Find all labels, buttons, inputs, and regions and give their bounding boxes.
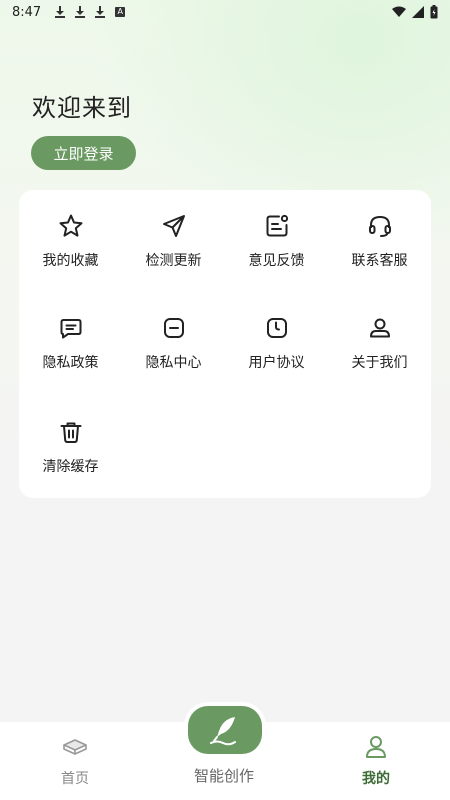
menu-item-label: 隐私政策	[42, 355, 99, 371]
status-time: 8:47	[12, 4, 42, 20]
trash-icon	[60, 422, 81, 443]
wifi-icon	[392, 6, 406, 17]
book-icon	[63, 739, 87, 755]
menu-item-clear-cache[interactable]: 清除缓存	[19, 396, 122, 486]
menu-item-user-agreement[interactable]: 用户协议	[225, 292, 328, 382]
menu-item-label: 清除缓存	[42, 459, 99, 475]
signal-icon	[412, 6, 424, 18]
notification-icons: A	[55, 6, 126, 18]
smart-create-label: 智能创作	[193, 767, 254, 785]
headset-icon	[368, 215, 391, 237]
menu-item-privacy-policy[interactable]: 隐私政策	[19, 292, 122, 382]
download-icon	[95, 6, 106, 18]
feedback-icon	[266, 214, 288, 237]
battery-icon	[430, 5, 438, 19]
app-badge-icon: A	[115, 7, 126, 17]
menu-item-label: 关于我们	[351, 355, 408, 371]
system-icons	[392, 5, 438, 19]
menu-item-about-us[interactable]: 关于我们	[328, 292, 431, 382]
menu-item-label: 用户协议	[248, 355, 305, 371]
menu-item-favorites[interactable]: 我的收藏	[19, 190, 122, 280]
nav-tab-label: 我的	[362, 771, 390, 787]
menu-item-label: 检测更新	[145, 253, 202, 269]
message-icon	[60, 319, 81, 339]
menu-item-label: 意见反馈	[248, 253, 305, 269]
menu-item-customer-service[interactable]: 联系客服	[328, 190, 431, 280]
login-button[interactable]: 立即登录	[31, 136, 136, 170]
download-icon	[55, 6, 66, 18]
menu-card: 我的收藏 检测更新 意见反馈 联系客服 隐私政策 隐私中心 用户协议 关于我们 …	[19, 190, 431, 498]
agreement-icon	[266, 318, 287, 338]
status-bar: 8:47 A	[0, 0, 450, 24]
smart-create-button[interactable]	[188, 706, 262, 754]
welcome-title: 欢迎来到	[32, 94, 132, 122]
nav-tab-label: 首页	[61, 771, 89, 787]
nav-tab-home[interactable]: 首页	[55, 736, 95, 788]
minus-box-icon	[163, 318, 184, 338]
menu-item-label: 我的收藏	[42, 253, 99, 269]
menu-item-check-update[interactable]: 检测更新	[122, 190, 225, 280]
menu-item-label: 联系客服	[351, 253, 408, 269]
send-icon	[162, 215, 185, 237]
quill-icon	[210, 717, 236, 746]
menu-item-label: 隐私中心	[145, 355, 202, 371]
download-icon	[75, 6, 86, 18]
user-icon	[369, 318, 390, 338]
menu-item-feedback[interactable]: 意见反馈	[225, 190, 328, 280]
star-icon	[59, 214, 82, 237]
nav-tab-mine[interactable]: 我的	[354, 734, 398, 788]
profile-icon	[366, 736, 386, 758]
menu-item-privacy-center[interactable]: 隐私中心	[122, 292, 225, 382]
